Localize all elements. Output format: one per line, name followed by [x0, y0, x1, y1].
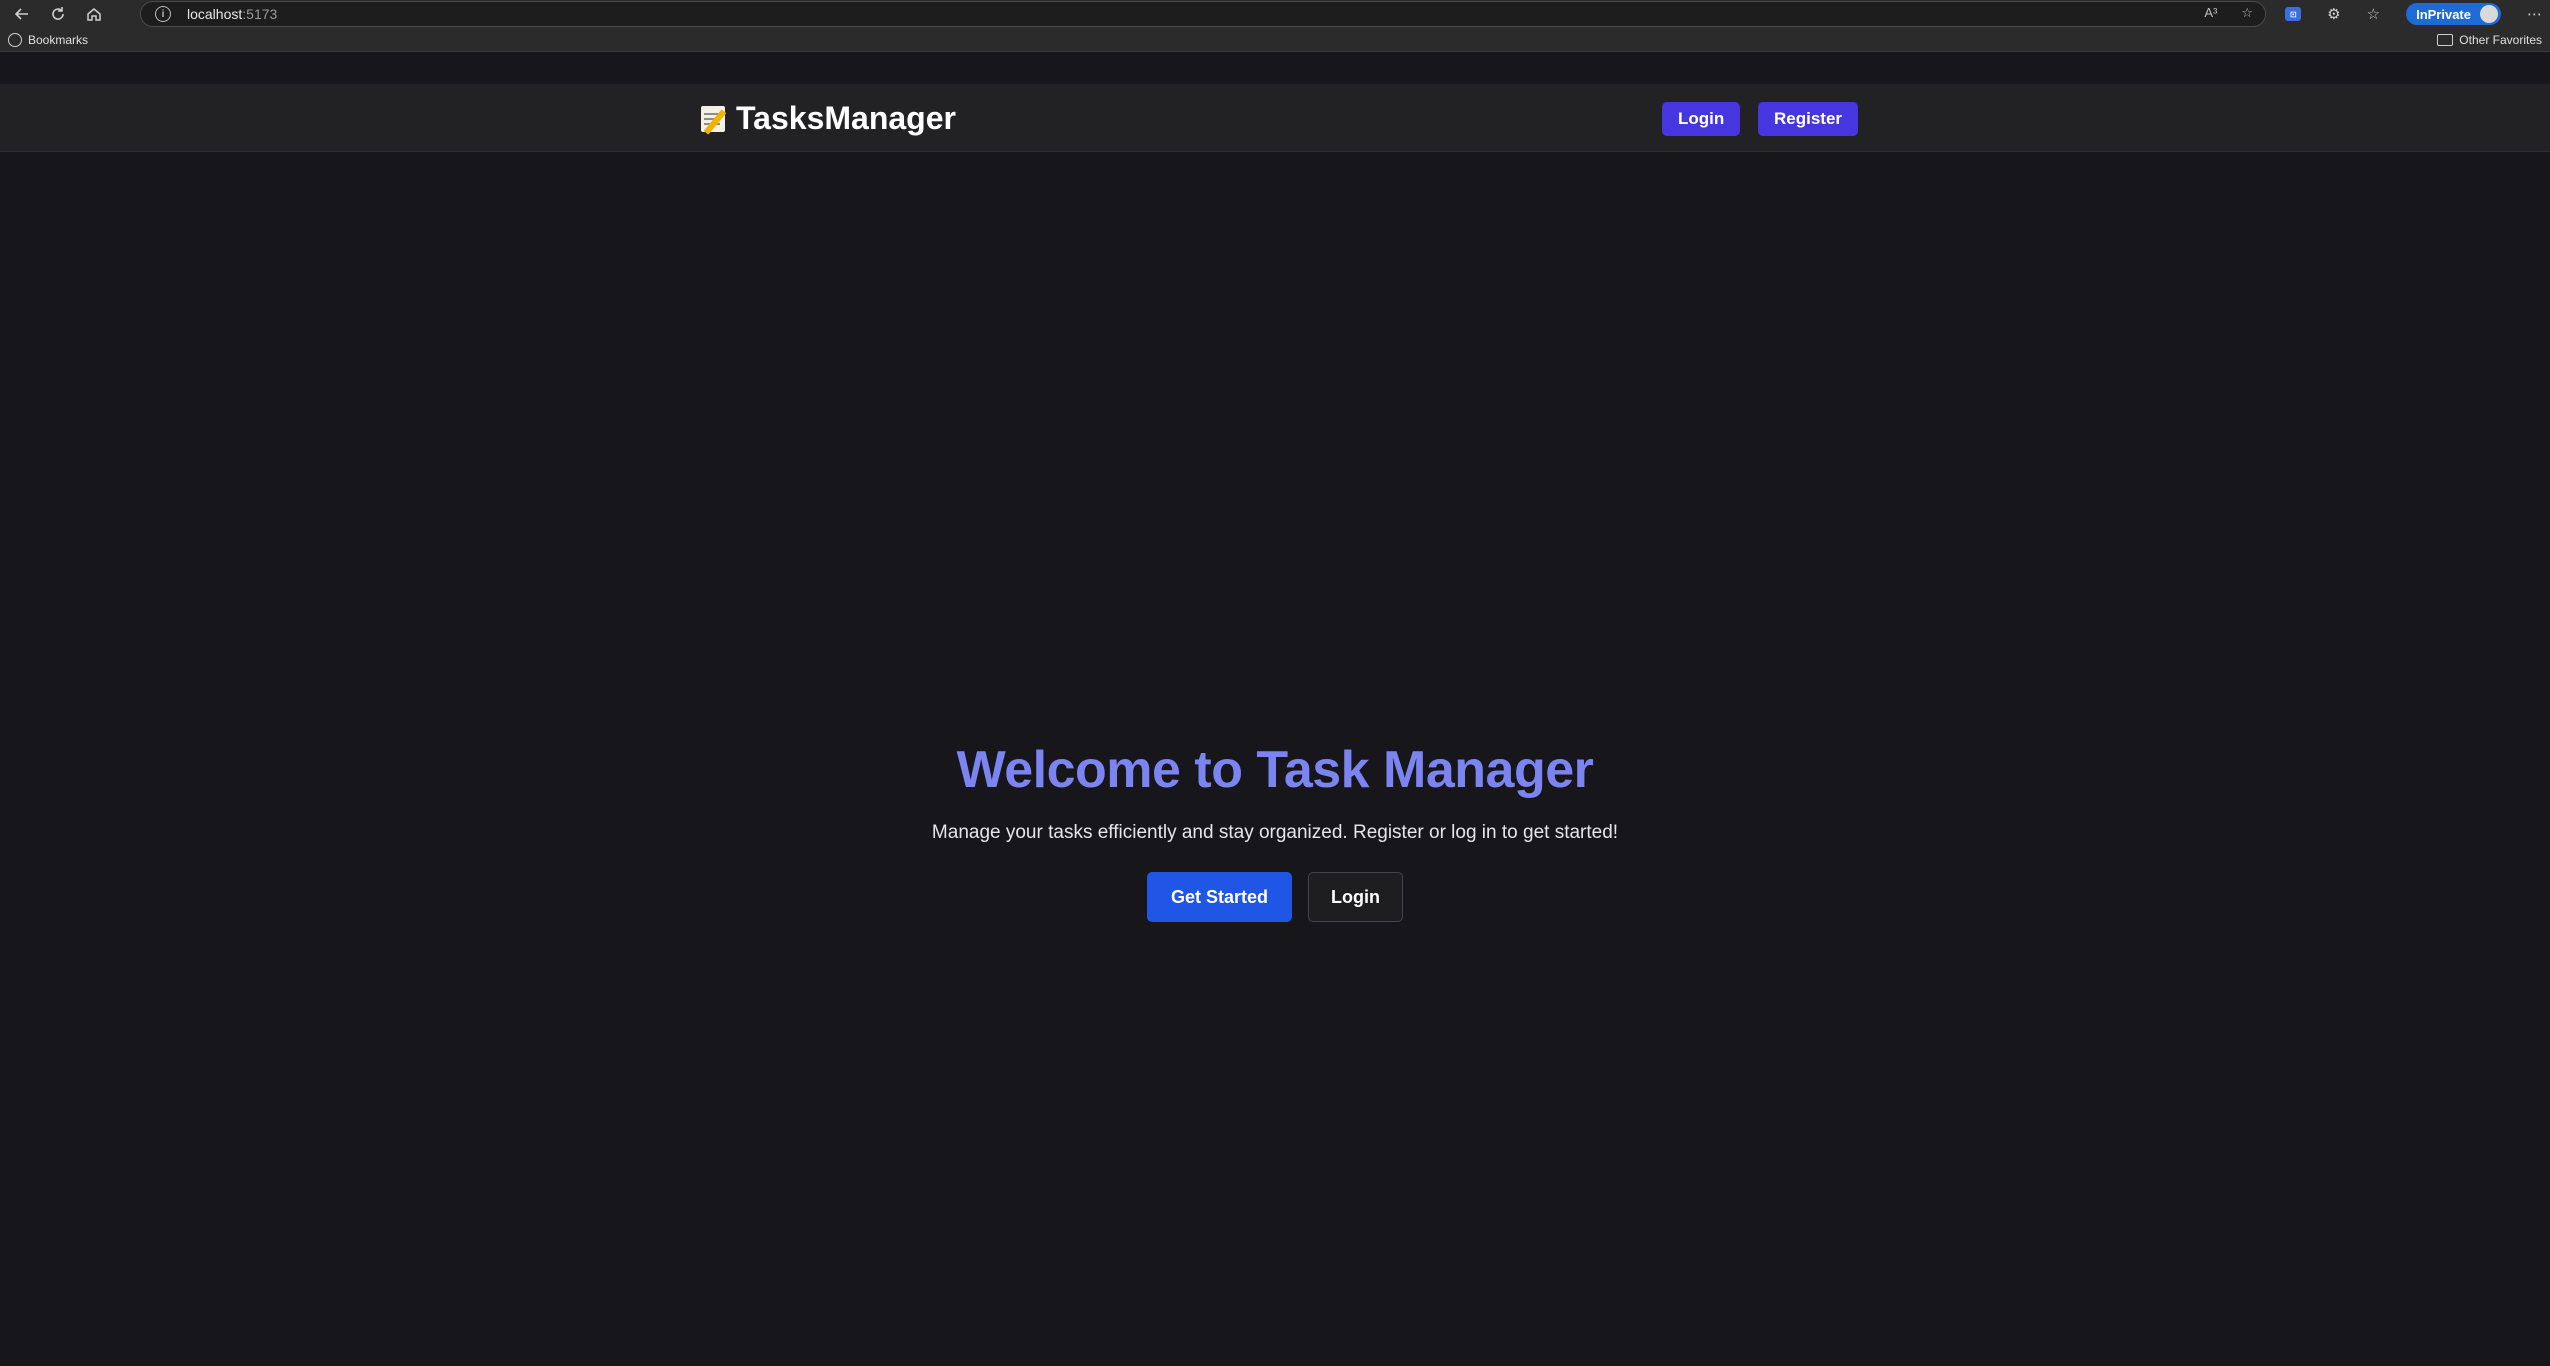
- extensions-puzzle-icon[interactable]: ⚙: [2327, 5, 2340, 23]
- hero-section: Welcome to Task Manager Manage your task…: [0, 740, 2550, 922]
- refresh-icon[interactable]: [44, 0, 72, 28]
- inprivate-badge[interactable]: InPrivate: [2406, 3, 2501, 25]
- read-aloud-icon[interactable]: A³: [2204, 5, 2217, 21]
- back-icon[interactable]: [8, 0, 36, 28]
- brand-logo[interactable]: TasksManager: [700, 100, 956, 137]
- favorite-star-icon[interactable]: ☆: [2241, 5, 2253, 21]
- memo-icon: [700, 104, 728, 135]
- globe-icon: [8, 32, 22, 47]
- brand-name: TasksManager: [736, 100, 956, 136]
- favorites-icon[interactable]: ☆: [2367, 5, 2380, 23]
- profile-avatar[interactable]: [2480, 5, 2498, 23]
- hero-subtitle: Manage your tasks efficiently and stay o…: [931, 822, 1619, 843]
- other-favorites-folder[interactable]: Other Favorites: [2437, 33, 2542, 47]
- get-started-button[interactable]: Get Started: [1146, 872, 1293, 922]
- home-icon[interactable]: [80, 0, 108, 28]
- extension-icon[interactable]: ⊡: [2285, 7, 2302, 21]
- more-menu-icon[interactable]: ⋯: [2527, 5, 2542, 23]
- hero-actions: Get Started Login: [0, 872, 2550, 922]
- site-info-icon[interactable]: i: [155, 6, 171, 22]
- header-register-button[interactable]: Register: [1758, 102, 1859, 136]
- address-bar[interactable]: i localhost:5173 A³ ☆: [140, 1, 2266, 27]
- app-header: TasksManager Login Register: [0, 84, 2550, 152]
- login-button[interactable]: Login: [1308, 872, 1403, 922]
- page-title: Welcome to Task Manager: [956, 741, 1594, 799]
- url-text: localhost:5173: [187, 6, 278, 22]
- browser-toolbar: i localhost:5173 A³ ☆ ⊡ ⚙ ☆ InPrivate ⋯: [0, 0, 2550, 28]
- folder-icon: [2437, 33, 2454, 46]
- header-login-button[interactable]: Login: [1662, 102, 1741, 136]
- bookmarks-bar: Bookmarks Other Favorites: [0, 28, 2550, 52]
- bookmarks-folder[interactable]: Bookmarks: [8, 32, 88, 47]
